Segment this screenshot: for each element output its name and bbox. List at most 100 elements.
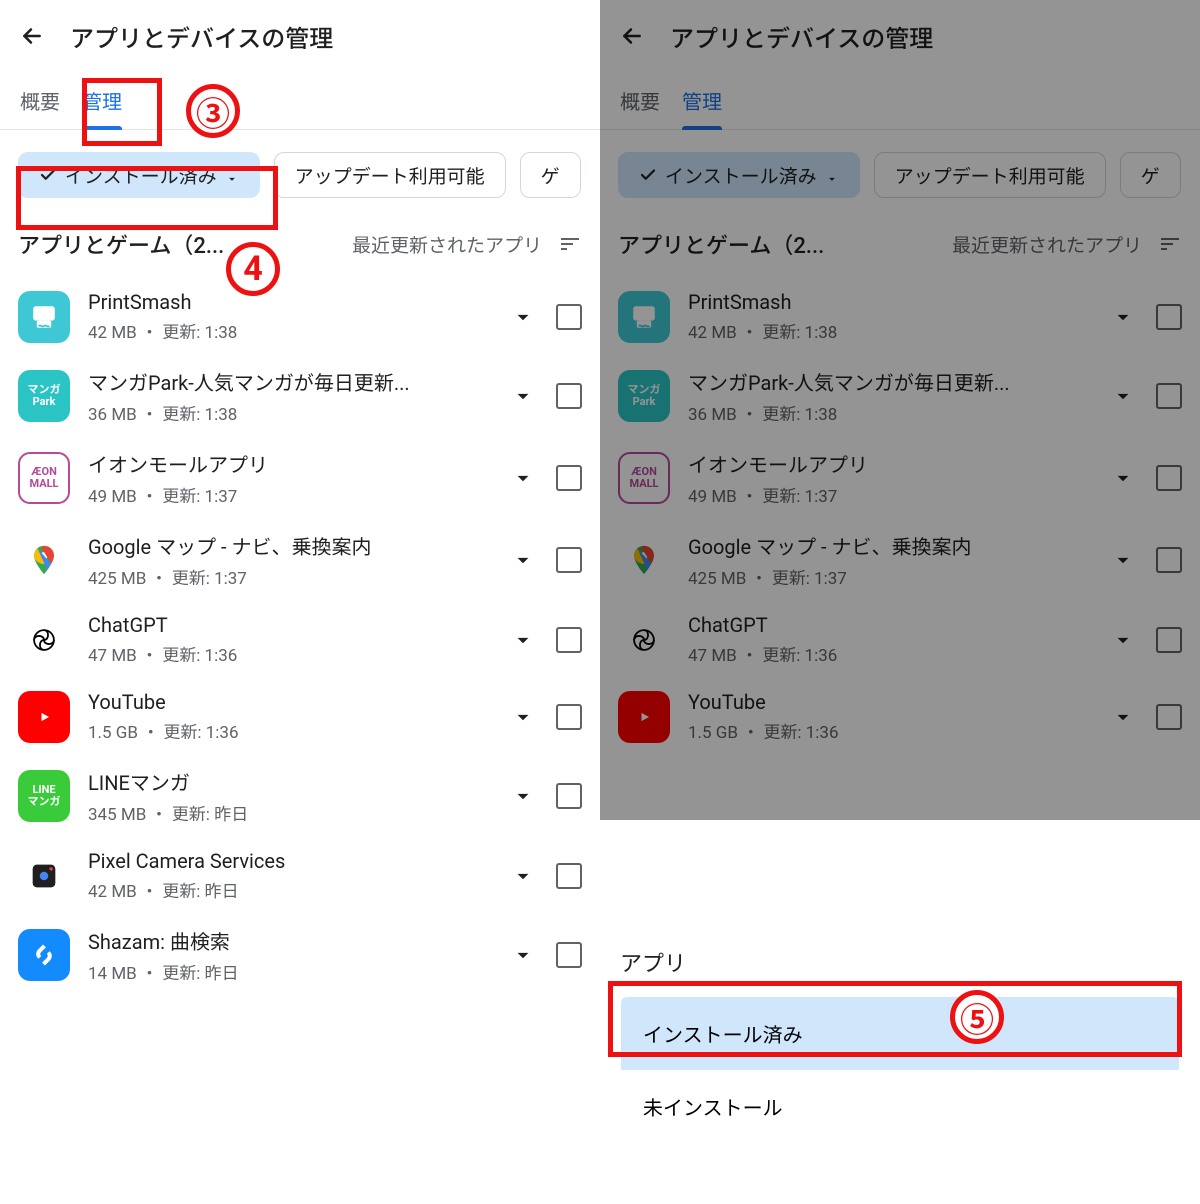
expand-chevron-icon[interactable] [1108, 545, 1138, 575]
app-meta: 49 MB ・ 更新: 1:37 [688, 482, 1090, 507]
app-row[interactable]: PrintSmash 42 MB ・ 更新: 1:38 [600, 278, 1200, 355]
app-text: マンガPark-人気マンガが毎日更新... 36 MB ・ 更新: 1:38 [688, 367, 1090, 425]
select-checkbox[interactable] [556, 304, 582, 330]
app-text: LINEマンガ 345 MB ・ 更新: 昨日 [88, 767, 490, 825]
expand-chevron-icon[interactable] [1108, 625, 1138, 655]
app-text: イオンモールアプリ 49 MB ・ 更新: 1:37 [88, 449, 490, 507]
app-row[interactable]: ÆONMALL イオンモールアプリ 49 MB ・ 更新: 1:37 [600, 437, 1200, 519]
app-name: マンガPark-人気マンガが毎日更新... [688, 367, 1090, 396]
app-name: PrintSmash [688, 290, 1090, 314]
expand-chevron-icon[interactable] [1108, 302, 1138, 332]
expand-chevron-icon[interactable] [508, 463, 538, 493]
option-installed[interactable]: インストール済み [621, 997, 1179, 1070]
chip-installed[interactable]: インストール済み [618, 152, 860, 198]
app-text: YouTube 1.5 GB ・ 更新: 1:36 [88, 690, 490, 743]
app-icon-aeon: ÆONMALL [618, 452, 670, 504]
chip-updates[interactable]: アップデート利用可能 [874, 152, 1106, 198]
select-checkbox[interactable] [1156, 465, 1182, 491]
select-checkbox[interactable] [556, 383, 582, 409]
sort-label[interactable]: 最近更新されたアプリ [352, 231, 542, 258]
section-title: アプリとゲーム（2... [18, 228, 224, 260]
bottom-sheet: アプリ インストール済み 未インストール [600, 928, 1200, 1204]
app-list: PrintSmash 42 MB ・ 更新: 1:38 マンガPark マンガP… [0, 268, 600, 996]
chip-installed-label: インストール済み [65, 162, 217, 189]
app-row[interactable]: PrintSmash 42 MB ・ 更新: 1:38 [0, 278, 600, 355]
app-text: マンガPark-人気マンガが毎日更新... 36 MB ・ 更新: 1:38 [88, 367, 490, 425]
tab-overview[interactable]: 概要 [620, 72, 682, 129]
expand-chevron-icon[interactable] [508, 781, 538, 811]
app-row[interactable]: Google マップ - ナビ、乗換案内 425 MB ・ 更新: 1:37 [0, 519, 600, 601]
select-checkbox[interactable] [556, 465, 582, 491]
right-screenshot: アプリとデバイスの管理 概要 管理 インストール済み アップデート利用可能 ゲ … [600, 0, 1200, 1204]
chip-games-cut[interactable]: ゲ [520, 152, 581, 198]
app-row[interactable]: YouTube 1.5 GB ・ 更新: 1:36 [600, 678, 1200, 755]
app-row[interactable]: YouTube 1.5 GB ・ 更新: 1:36 [0, 678, 600, 755]
app-row[interactable]: ChatGPT 47 MB ・ 更新: 1:36 [0, 601, 600, 678]
app-icon-youtube [18, 691, 70, 743]
chip-installed[interactable]: インストール済み [18, 152, 260, 198]
select-checkbox[interactable] [556, 863, 582, 889]
tab-manage[interactable]: 管理 [682, 72, 744, 129]
expand-chevron-icon[interactable] [508, 702, 538, 732]
expand-chevron-icon[interactable] [508, 545, 538, 575]
select-checkbox[interactable] [1156, 547, 1182, 573]
expand-chevron-icon[interactable] [508, 302, 538, 332]
expand-chevron-icon[interactable] [508, 625, 538, 655]
expand-chevron-icon[interactable] [508, 381, 538, 411]
app-icon-chatgpt [618, 614, 670, 666]
app-row[interactable]: マンガPark マンガPark-人気マンガが毎日更新... 36 MB ・ 更新… [600, 355, 1200, 437]
chip-updates[interactable]: アップデート利用可能 [274, 152, 506, 198]
back-arrow-icon[interactable] [618, 22, 646, 50]
app-icon-youtube [618, 691, 670, 743]
select-checkbox[interactable] [556, 942, 582, 968]
app-meta: 42 MB ・ 更新: 1:38 [88, 318, 490, 343]
select-checkbox[interactable] [1156, 304, 1182, 330]
expand-chevron-icon[interactable] [1108, 702, 1138, 732]
app-icon-mangapark: マンガPark [618, 370, 670, 422]
expand-chevron-icon[interactable] [508, 940, 538, 970]
expand-chevron-icon[interactable] [1108, 463, 1138, 493]
app-name: Shazam: 曲検索 [88, 926, 490, 955]
sort-icon[interactable] [1158, 232, 1182, 256]
app-meta: 42 MB ・ 更新: 1:38 [688, 318, 1090, 343]
select-checkbox[interactable] [556, 783, 582, 809]
select-checkbox[interactable] [556, 704, 582, 730]
app-meta: 42 MB ・ 更新: 昨日 [88, 877, 490, 902]
option-not-installed[interactable]: 未インストール [621, 1070, 1179, 1143]
app-row[interactable]: Shazam: 曲検索 14 MB ・ 更新: 昨日 [0, 914, 600, 996]
app-header: アプリとデバイスの管理 [0, 0, 600, 72]
app-row[interactable]: Pixel Camera Services 42 MB ・ 更新: 昨日 [0, 837, 600, 914]
filter-chips: インストール済み アップデート利用可能 ゲ [0, 130, 600, 214]
app-row[interactable]: ChatGPT 47 MB ・ 更新: 1:36 [600, 601, 1200, 678]
sort-icon[interactable] [558, 232, 582, 256]
tab-overview[interactable]: 概要 [20, 72, 82, 129]
app-name: Pixel Camera Services [88, 849, 490, 873]
app-name: LINEマンガ [88, 767, 490, 796]
app-row[interactable]: マンガPark マンガPark-人気マンガが毎日更新... 36 MB ・ 更新… [0, 355, 600, 437]
app-row[interactable]: LINEマンガ LINEマンガ 345 MB ・ 更新: 昨日 [0, 755, 600, 837]
caret-down-icon [825, 168, 839, 182]
app-text: PrintSmash 42 MB ・ 更新: 1:38 [688, 290, 1090, 343]
app-icon-aeon: ÆONMALL [18, 452, 70, 504]
expand-chevron-icon[interactable] [508, 861, 538, 891]
tab-manage[interactable]: 管理 [82, 72, 144, 129]
app-meta: 47 MB ・ 更新: 1:36 [88, 641, 490, 666]
app-row[interactable]: Google マップ - ナビ、乗換案内 425 MB ・ 更新: 1:37 [600, 519, 1200, 601]
chip-games-cut[interactable]: ゲ [1120, 152, 1181, 198]
app-icon-shazam [18, 929, 70, 981]
app-name: ChatGPT [688, 613, 1090, 637]
back-arrow-icon[interactable] [18, 22, 46, 50]
select-checkbox[interactable] [1156, 704, 1182, 730]
app-name: マンガPark-人気マンガが毎日更新... [88, 367, 490, 396]
select-checkbox[interactable] [1156, 627, 1182, 653]
select-checkbox[interactable] [556, 547, 582, 573]
app-text: Google マップ - ナビ、乗換案内 425 MB ・ 更新: 1:37 [688, 531, 1090, 589]
app-meta: 345 MB ・ 更新: 昨日 [88, 800, 490, 825]
select-checkbox[interactable] [1156, 383, 1182, 409]
app-meta: 49 MB ・ 更新: 1:37 [88, 482, 490, 507]
app-name: Google マップ - ナビ、乗換案内 [88, 531, 490, 560]
app-row[interactable]: ÆONMALL イオンモールアプリ 49 MB ・ 更新: 1:37 [0, 437, 600, 519]
expand-chevron-icon[interactable] [1108, 381, 1138, 411]
app-name: Google マップ - ナビ、乗換案内 [688, 531, 1090, 560]
select-checkbox[interactable] [556, 627, 582, 653]
